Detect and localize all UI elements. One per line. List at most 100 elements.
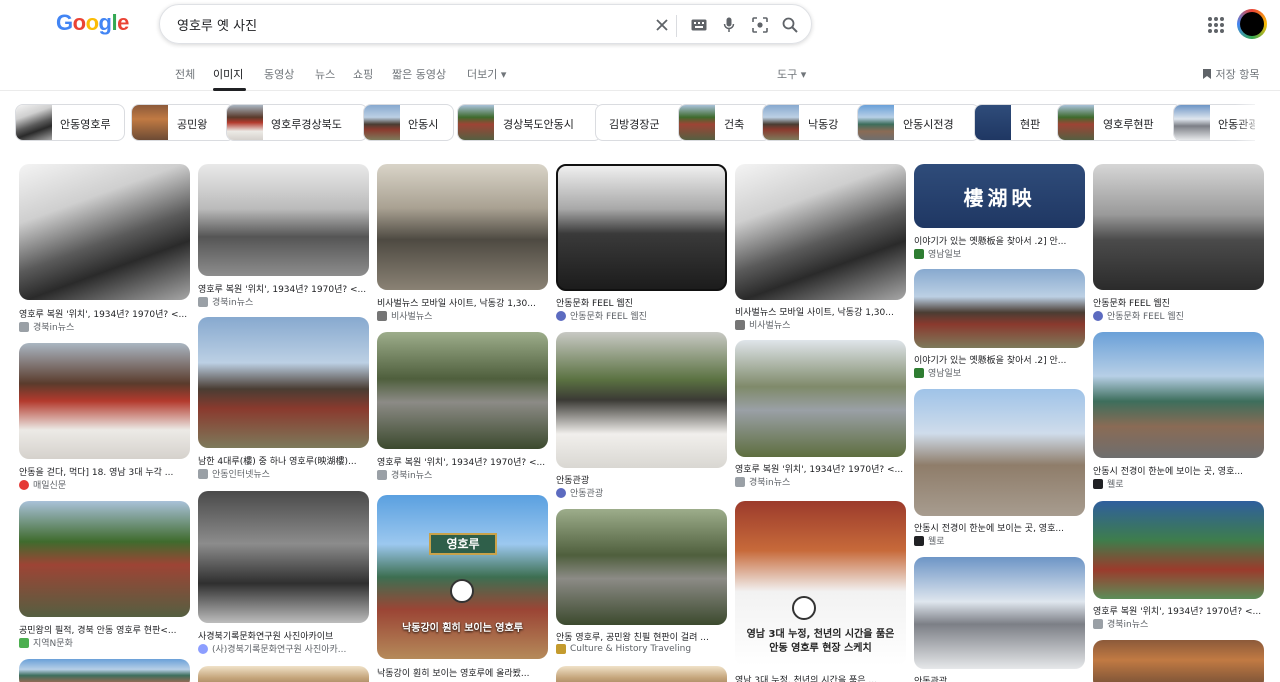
image-result[interactable]	[1093, 640, 1264, 682]
result-image[interactable]	[198, 317, 369, 448]
tab-shopping[interactable]: 쇼핑	[353, 66, 373, 82]
result-image[interactable]	[735, 340, 906, 457]
result-caption[interactable]: 이야기가 있는 옛懸板을 찾아서 .2] 안...	[914, 234, 1085, 247]
tools-button[interactable]: 도구 ▾	[777, 66, 806, 82]
result-source[interactable]: 영남일보	[914, 247, 1085, 260]
result-image[interactable]	[19, 164, 190, 300]
result-image[interactable]	[1093, 164, 1264, 290]
result-caption[interactable]: 영호루 복원 '위치', 1934년? 1970년? <...	[1093, 604, 1264, 617]
result-caption[interactable]: 영호루 복원 '위치', 1934년? 1970년? <...	[198, 282, 369, 295]
account-avatar[interactable]	[1237, 9, 1267, 39]
image-result[interactable]	[556, 666, 727, 682]
result-caption[interactable]: 안동시 전경이 한눈에 보이는 곳, 영호...	[914, 521, 1085, 534]
result-source[interactable]: 매일신문	[19, 478, 190, 491]
result-caption[interactable]: 사경북기록문화연구원 사진아카이브	[198, 629, 369, 642]
result-source[interactable]: Culture & History Traveling	[556, 644, 727, 654]
result-source[interactable]: 비사벌뉴스	[377, 309, 548, 322]
search-icon[interactable]	[779, 14, 801, 36]
result-image[interactable]	[377, 164, 548, 290]
result-image[interactable]	[1093, 640, 1264, 682]
result-source[interactable]: 안동관광	[556, 486, 727, 499]
image-result[interactable]: 영호루 복원 '위치', 1934년? 1970년? <... 경북in뉴스	[735, 340, 906, 490]
result-caption[interactable]: 남한 4대루(樓) 중 하나 영호루(映湖樓)...	[198, 454, 369, 467]
result-image[interactable]: 영호루 낙동강이 훤히 보이는 영호루	[377, 495, 548, 659]
keyboard-icon[interactable]	[688, 14, 710, 36]
result-source[interactable]: 경북in뉴스	[735, 475, 906, 488]
result-source[interactable]: 웰로	[1093, 477, 1264, 490]
image-result[interactable]: 안동문화 FEEL 웹진 안동문화 FEEL 웹진	[556, 164, 727, 324]
result-caption[interactable]: 안동문화 FEEL 웹진	[1093, 296, 1264, 309]
image-result[interactable]: 안동시 전경이 한눈에 보이는 곳, 영호... 웰로	[1093, 332, 1264, 494]
result-source[interactable]: 비사벌뉴스	[735, 318, 906, 331]
result-caption[interactable]: 영남 3대 누정, 천년의 시간을 품은 ...	[735, 673, 906, 682]
result-image[interactable]	[556, 509, 727, 625]
result-image[interactable]	[19, 501, 190, 617]
result-image[interactable]	[556, 164, 727, 291]
result-caption[interactable]: 영호루 복원 '위치', 1934년? 1970년? <...	[377, 455, 548, 468]
result-image[interactable]	[1093, 332, 1264, 458]
chip[interactable]: 김방경장군	[595, 104, 687, 141]
image-result[interactable]: 안동관광	[914, 557, 1085, 682]
image-result[interactable]: 영호루 복원 '위치', 1934년? 1970년? <... 경북in뉴스	[198, 164, 369, 310]
image-result[interactable]: 공민왕의 필적, 경북 안동 영호루 현판<... 지역N문화	[19, 501, 190, 651]
saved-items-button[interactable]: 저장 항목	[1202, 66, 1259, 83]
image-result[interactable]: 영호루 복원 '위치', 1934년? 1970년? <... 경북in뉴스	[377, 332, 548, 482]
tab-all[interactable]: 전체	[175, 66, 195, 82]
chip[interactable]: 영호루현판	[1057, 104, 1182, 141]
result-source[interactable]: 지역N문화	[19, 636, 190, 649]
result-image[interactable]	[914, 389, 1085, 516]
result-caption[interactable]: 비사벌뉴스 모바일 사이트, 낙동강 1,30...	[377, 296, 548, 309]
chip[interactable]: 낙동강	[762, 104, 867, 141]
chip[interactable]: 안동시	[363, 104, 454, 141]
chip[interactable]: 안동시전경	[857, 104, 980, 141]
chip[interactable]: 건축	[678, 104, 771, 141]
result-image[interactable]	[1093, 501, 1264, 599]
result-source[interactable]: 경북in뉴스	[377, 468, 548, 481]
result-source[interactable]: (사)경북기록문화연구원 사진아카...	[198, 642, 369, 655]
result-image[interactable]	[198, 491, 369, 623]
result-image[interactable]	[198, 666, 369, 682]
image-result[interactable]: 안동관광 안동관광	[556, 332, 727, 502]
image-result[interactable]: 비사벌뉴스 모바일 사이트, 낙동강 1,30... 비사벌뉴스	[377, 164, 548, 324]
search-box[interactable]: 영호루 옛 사진	[159, 4, 812, 44]
result-image[interactable]	[377, 332, 548, 449]
search-input[interactable]: 영호루 옛 사진	[177, 15, 257, 34]
chip[interactable]: 경상북도안동시	[457, 104, 602, 141]
result-image[interactable]	[914, 557, 1085, 669]
image-result[interactable]: 영호루 복원 '위치', 1934년? 1970년? <... 경북in뉴스	[1093, 501, 1264, 633]
result-image[interactable]	[198, 164, 369, 276]
lens-icon[interactable]	[749, 14, 771, 36]
result-caption[interactable]: 안동시 전경이 한눈에 보이는 곳, 영호...	[1093, 464, 1264, 477]
google-logo[interactable]: Google	[56, 10, 129, 36]
tab-images[interactable]: 이미지	[213, 66, 243, 82]
result-source[interactable]: 웰로	[914, 534, 1085, 547]
result-caption[interactable]: 낙동강이 훤히 보이는 영호루에 올라봤...	[377, 666, 548, 679]
chip[interactable]: 현판	[974, 104, 1067, 141]
result-caption[interactable]: 안동관광	[914, 674, 1085, 682]
tab-news[interactable]: 뉴스	[315, 66, 335, 82]
result-caption[interactable]: 영호루 복원 '위치', 1934년? 1970년? <...	[735, 462, 906, 475]
result-image[interactable]: 영남 3대 누정, 천년의 시간을 품은 안동 영호루 현장 스케치	[735, 501, 906, 666]
chip[interactable]: 영호루경상북도	[226, 104, 368, 141]
image-result[interactable]: 안동을 걷다, 먹다] 18. 영남 3대 누각 ... 매일신문	[19, 343, 190, 493]
image-result[interactable]: 안동문화 FEEL 웹진 안동문화 FEEL 웹진	[1093, 164, 1264, 324]
microphone-icon[interactable]	[718, 14, 740, 36]
image-result[interactable]: 樓湖映 이야기가 있는 옛懸板을 찾아서 .2] 안... 영남일보	[914, 164, 1085, 262]
image-result[interactable]	[198, 666, 369, 682]
image-result[interactable]: 영호루 복원 '위치', 1934년? 1970년? <... 경북in뉴스	[19, 164, 190, 334]
result-source[interactable]: 안동문화 FEEL 웹진	[1093, 309, 1264, 322]
result-image[interactable]	[735, 164, 906, 300]
result-caption[interactable]: 안동관광	[556, 473, 727, 486]
result-image[interactable]	[19, 343, 190, 459]
result-source[interactable]: 영남일보	[914, 366, 1085, 379]
image-result[interactable]: 비사벌뉴스 모바일 사이트, 낙동강 1,30... 비사벌뉴스	[735, 164, 906, 334]
chip[interactable]: 공민왕	[131, 104, 235, 141]
image-result[interactable]: 영남 3대 누정, 천년의 시간을 품은 안동 영호루 현장 스케치 영남 3대…	[735, 501, 906, 682]
result-image[interactable]	[556, 332, 727, 468]
image-result[interactable]: 영호루 낙동강이 훤히 보이는 영호루 낙동강이 훤히 보이는 영호루에 올라봤…	[377, 495, 548, 682]
result-caption[interactable]: 안동을 걷다, 먹다] 18. 영남 3대 누각 ...	[19, 465, 190, 478]
image-result[interactable]: 안동 영호루, 공민왕 친필 현판이 걸려 ... Culture & Hist…	[556, 509, 727, 659]
result-image[interactable]	[556, 666, 727, 682]
result-caption[interactable]: 안동 영호루, 공민왕 친필 현판이 걸려 ...	[556, 630, 727, 643]
result-image[interactable]	[19, 659, 190, 682]
